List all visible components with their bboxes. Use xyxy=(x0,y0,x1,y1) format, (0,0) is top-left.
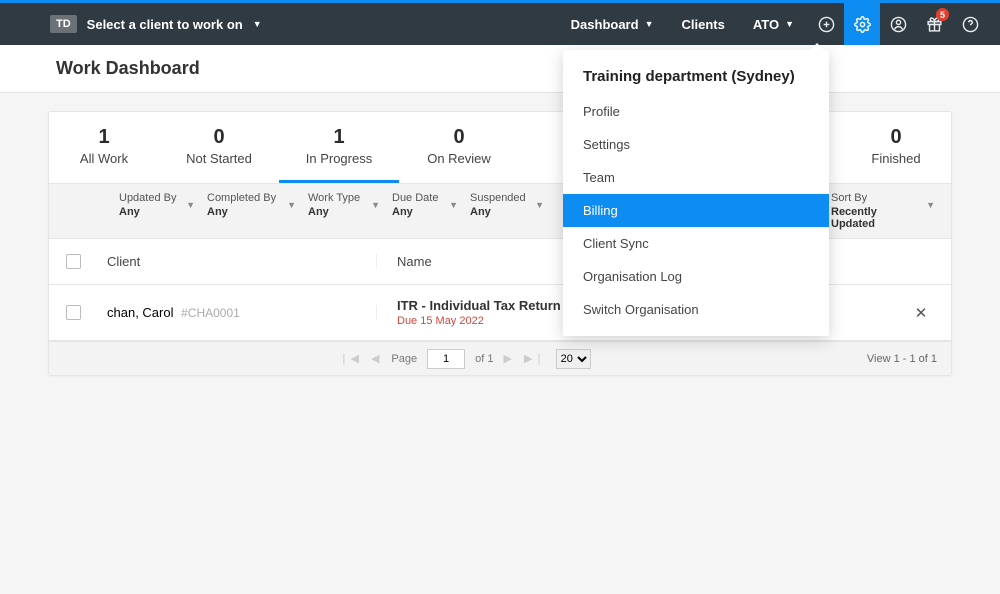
chevron-down-icon: ▼ xyxy=(253,19,262,29)
pager-last-icon[interactable]: ▶❘ xyxy=(524,352,546,365)
nav-dashboard-label: Dashboard xyxy=(571,17,639,32)
pager-view-text: View 1 - 1 of 1 xyxy=(867,353,937,365)
nav-clients-label: Clients xyxy=(681,17,724,32)
popover-item-billing[interactable]: Billing xyxy=(563,194,829,227)
nav-ato[interactable]: ATO ▼ xyxy=(739,3,808,45)
nav-ato-label: ATO xyxy=(753,17,779,32)
nav-dashboard[interactable]: Dashboard ▼ xyxy=(557,3,668,45)
help-icon[interactable] xyxy=(952,3,988,45)
pager-page-label: Page xyxy=(391,353,417,365)
popover-item-organisation-log[interactable]: Organisation Log xyxy=(563,260,829,293)
tab-count: 0 xyxy=(159,126,279,149)
tab-count: 0 xyxy=(841,126,951,149)
chevron-down-icon: ▼ xyxy=(785,19,794,29)
filter-label: Work Type xyxy=(308,192,364,204)
tab-label: Finished xyxy=(841,151,951,166)
tab-label: All Work xyxy=(49,151,159,166)
cell-client: chan, Carol #CHA0001 xyxy=(97,305,377,320)
popover-title: Training department (Sydney) xyxy=(563,68,829,95)
table-footer: ❘◀ ◀ Page of 1 ▶ ▶❘ 20 View 1 - 1 of 1 xyxy=(49,341,951,375)
filter-work-type[interactable]: Work Type Any ▼ xyxy=(308,192,386,230)
tab-not-started[interactable]: 0 Not Started xyxy=(159,126,279,183)
client-id: #CHA0001 xyxy=(181,306,240,320)
settings-popover: Training department (Sydney) Profile Set… xyxy=(563,50,829,336)
filter-suspended[interactable]: Suspended Any ▼ xyxy=(470,192,550,230)
filter-value: Any xyxy=(392,206,442,218)
chevron-down-icon: ▼ xyxy=(186,200,195,210)
chevron-down-icon: ▼ xyxy=(287,200,296,210)
filter-label: Sort By xyxy=(831,192,919,204)
tab-all-work[interactable]: 1 All Work xyxy=(49,126,159,183)
filter-completed-by[interactable]: Completed By Any ▼ xyxy=(207,192,302,230)
tab-finished[interactable]: 0 Finished xyxy=(841,126,951,183)
filter-label: Updated By xyxy=(119,192,179,204)
user-icon[interactable] xyxy=(880,3,916,45)
chevron-down-icon: ▼ xyxy=(371,200,380,210)
tab-count: 1 xyxy=(49,126,159,149)
pager-of-label: of 1 xyxy=(475,353,493,365)
filter-label: Due Date xyxy=(392,192,442,204)
page-title: Work Dashboard xyxy=(56,58,200,79)
client-name: chan, Carol xyxy=(107,305,173,320)
navbar: TD Select a client to work on ▼ Dashboar… xyxy=(0,3,1000,45)
nav-clients[interactable]: Clients xyxy=(667,3,738,45)
popover-item-team[interactable]: Team xyxy=(563,161,829,194)
tab-label: Not Started xyxy=(159,151,279,166)
page-title-bar: Work Dashboard xyxy=(0,45,1000,93)
filter-label: Suspended xyxy=(470,192,528,204)
add-icon[interactable] xyxy=(808,3,844,45)
tab-on-review[interactable]: 0 On Review xyxy=(399,126,519,183)
popover-item-settings[interactable]: Settings xyxy=(563,128,829,161)
popover-item-switch-organisation[interactable]: Switch Organisation xyxy=(563,293,829,326)
chevron-down-icon: ▼ xyxy=(449,200,458,210)
filter-value: Any xyxy=(119,206,179,218)
chevron-down-icon: ▼ xyxy=(926,200,935,210)
popover-item-profile[interactable]: Profile xyxy=(563,95,829,128)
chevron-down-icon: ▼ xyxy=(535,200,544,210)
filter-value: Any xyxy=(470,206,528,218)
row-checkbox[interactable] xyxy=(66,305,81,320)
client-selector[interactable]: Select a client to work on ▼ xyxy=(87,17,262,32)
popover-item-client-sync[interactable]: Client Sync xyxy=(563,227,829,260)
tab-count: 1 xyxy=(279,126,399,149)
pager-first-icon[interactable]: ❘◀ xyxy=(339,352,361,365)
close-icon[interactable]: ✕ xyxy=(915,305,928,322)
tab-in-progress[interactable]: 1 In Progress xyxy=(279,126,399,183)
filter-value: Any xyxy=(308,206,364,218)
filter-due-date[interactable]: Due Date Any ▼ xyxy=(392,192,464,230)
filter-label: Completed By xyxy=(207,192,280,204)
tab-label: In Progress xyxy=(279,151,399,166)
tab-count: 0 xyxy=(399,126,519,149)
filter-sort-by[interactable]: Sort By Recently Updated ▼ xyxy=(831,192,941,230)
tab-label: On Review xyxy=(399,151,519,166)
filter-updated-by[interactable]: Updated By Any ▼ xyxy=(119,192,201,230)
client-selector-label: Select a client to work on xyxy=(87,17,243,32)
pager-page-input[interactable] xyxy=(427,349,465,369)
gift-badge-count: 5 xyxy=(936,8,949,21)
org-badge: TD xyxy=(50,15,77,33)
gift-icon[interactable]: 5 xyxy=(916,3,952,45)
pager-per-page-select[interactable]: 20 xyxy=(556,349,591,369)
pager-next-icon[interactable]: ▶ xyxy=(503,352,513,365)
select-all-checkbox[interactable] xyxy=(66,254,81,269)
filter-value: Any xyxy=(207,206,280,218)
settings-icon[interactable] xyxy=(844,3,880,45)
pager-prev-icon[interactable]: ◀ xyxy=(371,352,381,365)
filter-value: Recently Updated xyxy=(831,206,919,230)
chevron-down-icon: ▼ xyxy=(645,19,654,29)
column-header-client[interactable]: Client xyxy=(97,254,377,269)
